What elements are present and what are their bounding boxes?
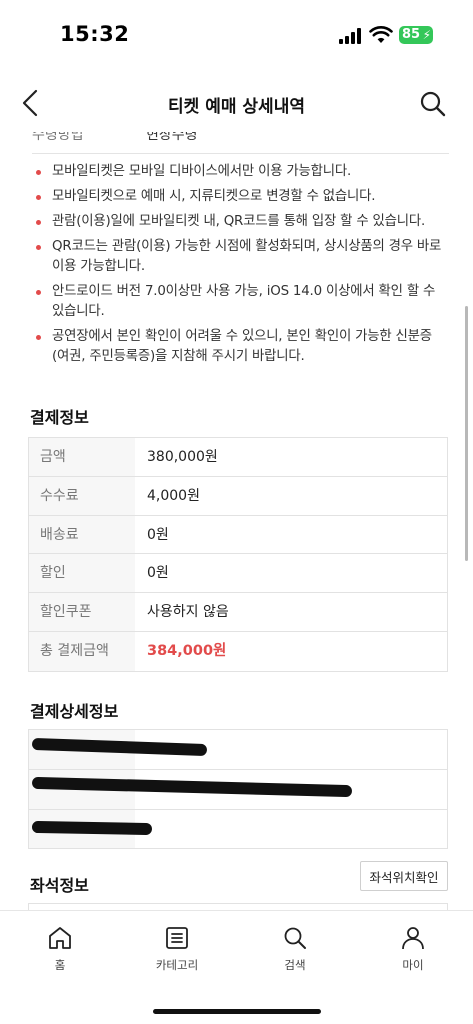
search-icon	[284, 927, 306, 949]
tab-category[interactable]: 카테고리	[137, 925, 217, 981]
home-indicator	[153, 1009, 321, 1014]
row-label: 수수료	[29, 476, 135, 515]
payment-info-title: 결제정보	[30, 408, 89, 427]
table-row: 금액 380,000원	[29, 438, 447, 477]
search-icon[interactable]	[419, 90, 447, 118]
tab-search[interactable]: 검색	[255, 925, 335, 981]
scrollbar[interactable]	[465, 306, 468, 561]
content-scroll-area[interactable]: 수령방법 현장수령 모바일티켓은 모바일 디바이스에서만 이용 가능합니다. 모…	[0, 132, 473, 910]
note-item: 관람(이용)일에 모바일티켓 내, QR코드를 통해 입장 할 수 있습니다.	[36, 212, 446, 232]
status-time: 15:32	[60, 22, 130, 46]
note-item: 모바일티켓으로 예매 시, 지류티켓으로 변경할 수 없습니다.	[36, 187, 446, 207]
tab-label: 검색	[284, 958, 306, 972]
seat-location-button[interactable]: 좌석위치확인	[360, 861, 448, 891]
row-label: 배송료	[29, 515, 135, 554]
wifi-icon	[369, 26, 393, 43]
row-label: 금액	[29, 438, 135, 476]
table-row: 할인 0원	[29, 554, 447, 594]
table-row: 수수료 4,000원	[29, 476, 447, 516]
home-icon	[49, 927, 71, 949]
status-bar: 15:32 85 ⚡	[0, 0, 473, 70]
payment-info-table: 금액 380,000원 수수료 4,000원 배송료 0원 할인 0원 할인쿠폰…	[28, 437, 448, 672]
table-row: 배송료 0원	[29, 515, 447, 555]
note-item: QR코드는 관람(이용) 가능한 시점에 활성화되며, 상시상품의 경우 바로 …	[36, 237, 446, 277]
row-value: 사용하지 않음	[147, 604, 229, 621]
signal-icon	[339, 28, 363, 44]
row-label: 할인쿠폰	[29, 593, 135, 631]
row-value: 0원	[147, 526, 169, 543]
page-title: 티켓 예매 상세내역	[168, 97, 305, 117]
redaction-mark	[31, 820, 153, 836]
receive-method-value: 현장수령	[146, 132, 198, 143]
row-label: 할인	[29, 554, 135, 593]
receive-method-label: 수령방법	[32, 132, 84, 143]
payment-detail-title: 결제상세정보	[30, 702, 119, 721]
battery-charging-icon: 85 ⚡	[399, 26, 433, 44]
list-icon	[166, 927, 188, 949]
total-amount-value: 384,000원	[147, 642, 227, 659]
tab-home[interactable]: 홈	[20, 925, 100, 981]
battery-level: 85	[402, 27, 421, 42]
tab-label: 마이	[402, 958, 424, 972]
ticket-notes: 모바일티켓은 모바일 디바이스에서만 이용 가능합니다. 모바일티켓으로 예매 …	[36, 162, 446, 372]
user-icon	[402, 927, 424, 950]
row-label: 총 결제금액	[29, 631, 135, 671]
note-item: 공연장에서 본인 확인이 어려울 수 있으니, 본인 확인이 가능한 신분증(여…	[36, 327, 446, 367]
header: 티켓 예매 상세내역	[0, 76, 473, 132]
tab-label: 홈	[54, 958, 66, 972]
row-value: 380,000원	[147, 449, 218, 465]
row-value: 0원	[147, 565, 169, 582]
tab-bar: 홈 카테고리 검색 마이	[0, 910, 473, 1024]
table-row: 총 결제금액 384,000원	[29, 631, 447, 671]
note-item: 안드로이드 버전 7.0이상만 사용 가능, iOS 14.0 이상에서 확인 …	[36, 282, 446, 322]
tab-label: 카테고리	[155, 958, 199, 972]
seat-info-table	[28, 903, 448, 910]
receive-method-row: 수령방법 현장수령	[32, 132, 449, 154]
table-row: 할인쿠폰 사용하지 않음	[29, 593, 447, 632]
row-value: 4,000원	[147, 487, 200, 504]
note-item: 모바일티켓은 모바일 디바이스에서만 이용 가능합니다.	[36, 162, 446, 182]
seat-info-title: 좌석정보	[30, 876, 89, 895]
tab-my[interactable]: 마이	[373, 925, 453, 981]
